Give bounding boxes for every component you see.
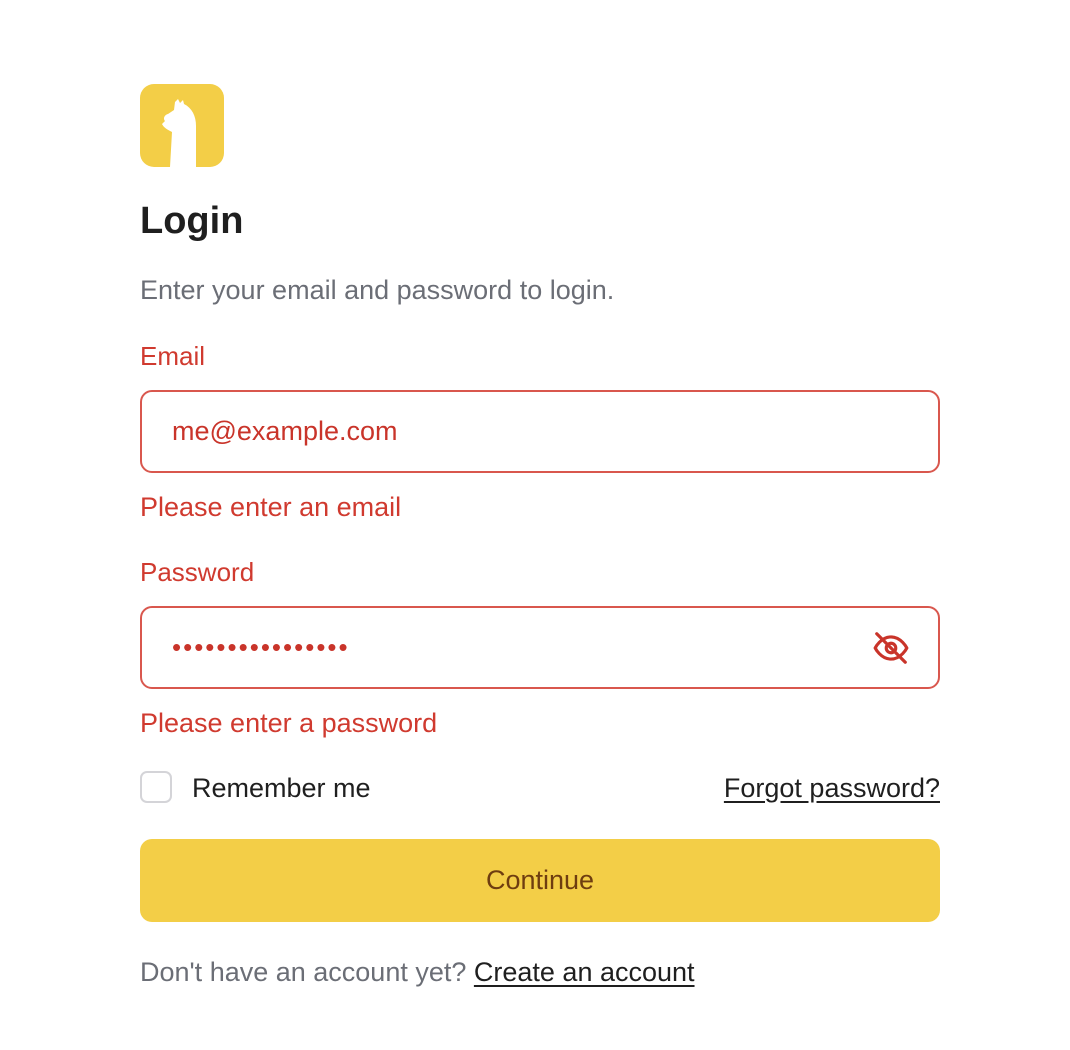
password-label: Password (140, 557, 255, 587)
email-error: Please enter an email (140, 492, 402, 522)
signup-prompt: Don't have an account yet? (140, 957, 467, 987)
password-error: Please enter a password (140, 708, 438, 738)
remember-me-checkbox[interactable] (140, 771, 172, 803)
login-form-container: Login Enter your email and password to l… (140, 84, 940, 988)
email-field-wrapper (140, 390, 940, 473)
password-field[interactable] (172, 608, 852, 687)
password-field-wrapper (140, 606, 940, 689)
continue-button[interactable]: Continue (140, 839, 940, 922)
password-visibility-toggle[interactable] (872, 629, 910, 667)
email-label: Email (140, 341, 206, 371)
forgot-password-link[interactable]: Forgot password? (724, 772, 940, 804)
page-title: Login (140, 200, 244, 242)
email-field[interactable] (172, 392, 852, 471)
create-account-link[interactable]: Create an account (474, 957, 695, 987)
eye-off-icon (873, 632, 909, 664)
remember-me-label[interactable]: Remember me (192, 772, 371, 804)
remember-forgot-row: Remember me Forgot password? (140, 771, 940, 807)
signup-row: Don't have an account yet? Create an acc… (140, 956, 940, 988)
logo (140, 84, 224, 167)
page-subtitle: Enter your email and password to login. (140, 275, 615, 305)
llama-icon (162, 99, 196, 167)
